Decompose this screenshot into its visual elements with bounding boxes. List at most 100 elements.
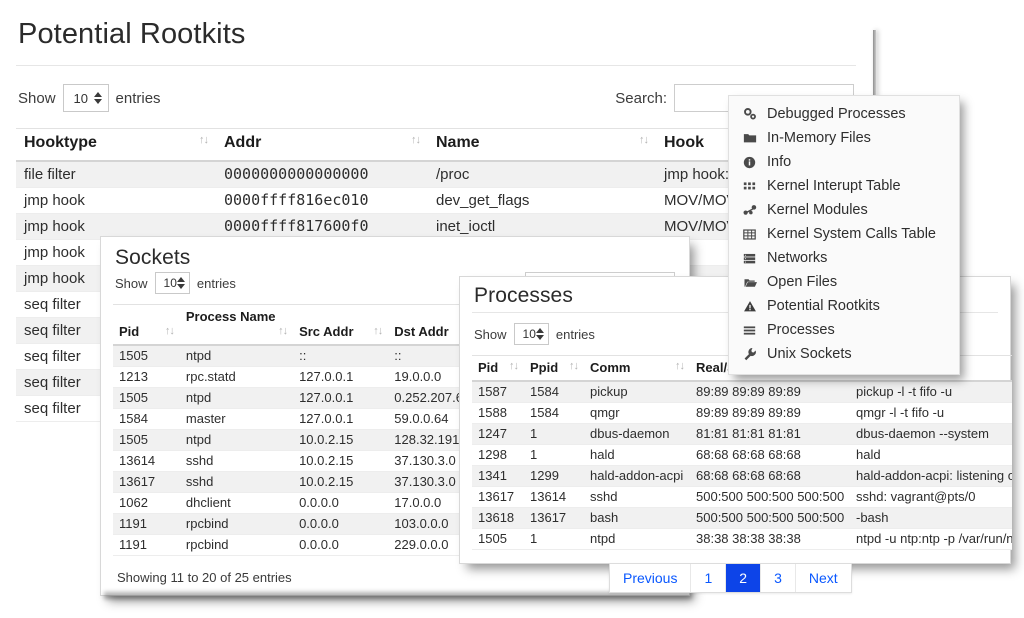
- processes-page-length-select[interactable]: 10: [514, 323, 549, 345]
- cell-comm: ntpd: [584, 528, 690, 549]
- cell-pid: 13614: [113, 450, 180, 471]
- header-text: Name: [436, 134, 480, 151]
- cell-src-addr: 0.0.0.0: [293, 534, 388, 555]
- column-header-process-name[interactable]: Process Name↑↓: [180, 305, 293, 346]
- menu-item-label: Info: [765, 154, 791, 170]
- cell-arg: sshd: vagrant@pts/0: [850, 486, 1012, 507]
- cell-process-name: rpc.statd: [180, 366, 293, 387]
- cell-addr: 0000ffff816ec010: [216, 188, 428, 214]
- menu-item-potential-rootkits[interactable]: Potential Rootkits: [729, 294, 959, 318]
- rootkits-page-length-select[interactable]: 10: [63, 84, 109, 112]
- cell-src-addr: 10.0.2.15: [293, 429, 388, 450]
- menu-item-label: Networks: [765, 250, 827, 266]
- menu-item-in-memory-files[interactable]: In-Memory Files: [729, 126, 959, 150]
- cell-hooktype: file filter: [16, 161, 216, 188]
- menu-item-open-files[interactable]: Open Files: [729, 270, 959, 294]
- cell-hooktype: jmp hook: [16, 188, 216, 214]
- cell-real-suid-effective: 500:500 500:500 500:500: [690, 486, 850, 507]
- sort-icon: ↑↓: [189, 134, 208, 146]
- menu-item-networks[interactable]: Networks: [729, 246, 959, 270]
- server-icon: [743, 252, 765, 265]
- menu-item-label: Potential Rootkits: [765, 298, 880, 314]
- sort-icon: ↑↓: [268, 324, 287, 339]
- cell-real-suid-effective: 68:68 68:68 68:68: [690, 465, 850, 486]
- header-text: Hook: [664, 134, 704, 151]
- column-header-comm[interactable]: Comm↑↓: [584, 356, 690, 382]
- cell-process-name: master: [180, 408, 293, 429]
- pagination-next[interactable]: Next: [796, 564, 851, 592]
- menu-item-debugged-processes[interactable]: Debugged Processes: [729, 102, 959, 126]
- menu-item-label: Processes: [765, 322, 835, 338]
- cell-pid: 1505: [472, 528, 524, 549]
- processes-length-control: Show 10 entries: [474, 323, 595, 345]
- header-text: Ppid: [530, 360, 558, 375]
- cell-process-name: rpcbind: [180, 513, 293, 534]
- table-row: 1361713614sshd500:500 500:500 500:500ssh…: [472, 486, 1012, 507]
- cell-real-suid-effective: 89:89 89:89 89:89: [690, 381, 850, 402]
- th-grid-icon: [743, 180, 765, 193]
- pagination-page-2[interactable]: 2: [726, 564, 761, 592]
- chevron-updown-icon: [536, 328, 544, 340]
- warning-triangle-icon: [743, 300, 765, 313]
- menu-item-label: Kernel System Calls Table: [765, 226, 936, 242]
- table-row: 12471dbus-daemon81:81 81:81 81:81dbus-da…: [472, 423, 1012, 444]
- folder-icon: [743, 131, 765, 145]
- menu-item-kernel-interupt-table[interactable]: Kernel Interupt Table: [729, 174, 959, 198]
- cell-ppid: 13617: [524, 507, 584, 528]
- cell-pid: 1247: [472, 423, 524, 444]
- column-header-ppid[interactable]: Ppid↑↓: [524, 356, 584, 382]
- column-header-addr[interactable]: Addr ↑↓: [216, 129, 428, 162]
- cell-pid: 1298: [472, 444, 524, 465]
- sockets-page-length-value: 10: [164, 276, 177, 290]
- cell-src-addr: 10.0.2.15: [293, 450, 388, 471]
- cell-process-name: ntpd: [180, 387, 293, 408]
- menu-item-label: In-Memory Files: [765, 130, 871, 146]
- processes-table: Pid↑↓ Ppid↑↓ Comm↑↓ Real/Suid/Effective↑…: [472, 355, 1012, 550]
- column-header-name[interactable]: Name↑↓: [428, 129, 656, 162]
- pagination-page-1[interactable]: 1: [691, 564, 726, 592]
- menu-item-processes[interactable]: Processes: [729, 318, 959, 342]
- menu-item-label: Kernel Modules: [765, 202, 868, 218]
- menu-item-kernel-system-calls-table[interactable]: Kernel System Calls Table: [729, 222, 959, 246]
- cell-process-name: sshd: [180, 450, 293, 471]
- cell-real-suid-effective: 68:68 68:68 68:68: [690, 444, 850, 465]
- header-text: Addr: [224, 134, 261, 151]
- cell-arg: hald-addon-acpi: listening on: [850, 465, 1012, 486]
- cell-pid: 1584: [113, 408, 180, 429]
- sitemap-icon: [743, 203, 765, 217]
- show-label: Show: [474, 327, 507, 342]
- pagination-previous[interactable]: Previous: [610, 564, 691, 592]
- column-header-pid[interactable]: Pid↑↓: [472, 356, 524, 382]
- screen: Potential Rootkits Show 10 entries Searc…: [0, 0, 1024, 618]
- sort-icon: ↑↓: [499, 360, 518, 372]
- cell-arg: pickup -l -t fifo -u: [850, 381, 1012, 402]
- column-header-hooktype[interactable]: Hooktype↑↓: [16, 129, 216, 162]
- cell-pid: 1588: [472, 402, 524, 423]
- info-circle-icon: [743, 156, 765, 169]
- sort-icon: ↑↓: [401, 134, 420, 146]
- cell-real-suid-effective: 38:38 38:38 38:38: [690, 528, 850, 549]
- menu-item-unix-sockets[interactable]: Unix Sockets: [729, 342, 959, 366]
- sockets-length-control: Show 10 entries: [115, 272, 236, 294]
- wrench-icon: [743, 347, 765, 361]
- cell-pid: 1505: [113, 429, 180, 450]
- menu-item-kernel-modules[interactable]: Kernel Modules: [729, 198, 959, 222]
- cell-src-addr: 10.0.2.15: [293, 471, 388, 492]
- menu-item-info[interactable]: Info: [729, 150, 959, 174]
- sockets-page-length-select[interactable]: 10: [155, 272, 190, 294]
- chevron-updown-icon: [177, 277, 185, 289]
- rootkits-length-control: Show 10 entries: [18, 84, 161, 112]
- table-row: 1361813617bash500:500 500:500 500:500-ba…: [472, 507, 1012, 528]
- cell-real-suid-effective: 500:500 500:500 500:500: [690, 507, 850, 528]
- show-label: Show: [18, 90, 56, 107]
- cell-comm: pickup: [584, 381, 690, 402]
- cell-comm: dbus-daemon: [584, 423, 690, 444]
- cell-arg: dbus-daemon --system: [850, 423, 1012, 444]
- column-header-src-addr[interactable]: Src Addr↑↓: [293, 305, 388, 346]
- entries-label: entries: [116, 90, 161, 107]
- pagination-page-3[interactable]: 3: [761, 564, 796, 592]
- cell-src-addr: 0.0.0.0: [293, 513, 388, 534]
- cell-addr: 0000000000000000: [216, 161, 428, 188]
- column-header-pid[interactable]: Pid↑↓: [113, 305, 180, 346]
- sockets-pagination: Previous 1 2 3 Next: [609, 563, 852, 593]
